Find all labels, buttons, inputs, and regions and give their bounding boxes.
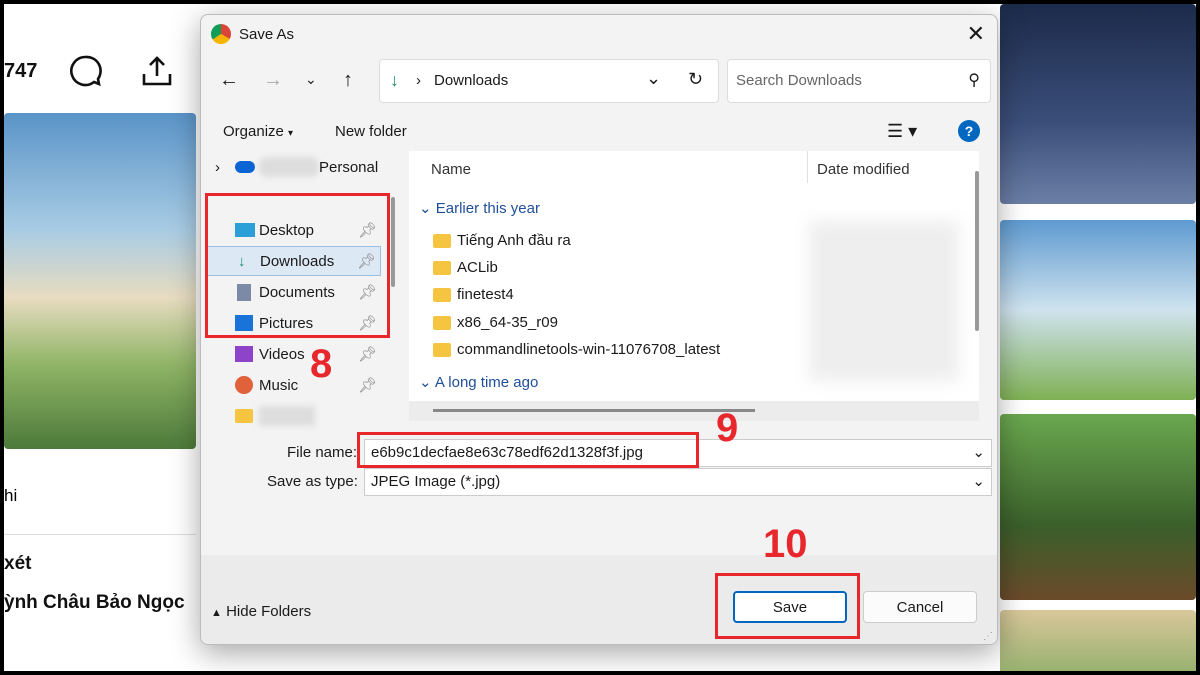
blurred-dates: [809, 221, 959, 381]
file-name: commandlinetools-win-11076708_latest: [457, 341, 721, 358]
file-name-label: File name:: [287, 444, 358, 461]
column-header-name[interactable]: Name: [431, 161, 471, 178]
close-icon[interactable]: ✕: [967, 21, 985, 47]
title-bar: Save As ✕: [201, 15, 997, 53]
chevron-up-icon: ▲: [211, 607, 222, 619]
music-icon: [235, 376, 253, 394]
pin-icon[interactable]: 📌︎: [358, 345, 377, 363]
folder-icon: [433, 342, 451, 357]
hide-folders-label: Hide Folders: [226, 603, 312, 620]
hide-folders-button[interactable]: ▲ Hide Folders: [211, 603, 311, 620]
expand-chevron-icon[interactable]: ›: [215, 159, 220, 176]
group-label: A long time ago: [434, 374, 539, 391]
annotation-step-10: 10: [763, 522, 808, 566]
share-icon[interactable]: [140, 54, 174, 88]
thumbnail-1[interactable]: [1000, 4, 1196, 204]
folder-icon: [433, 233, 451, 248]
folder-icon: [433, 260, 451, 275]
chevron-down-icon[interactable]: ⌄: [972, 443, 985, 461]
annotation-box-save: [715, 573, 860, 639]
thumbnail-3[interactable]: [1000, 414, 1196, 600]
file-row[interactable]: finetest4: [433, 286, 514, 303]
organize-button[interactable]: Organize ▾: [223, 123, 293, 140]
download-icon: ↓: [390, 70, 399, 90]
search-input[interactable]: Search Downloads ⚲: [727, 59, 991, 103]
vertical-scrollbar[interactable]: [975, 171, 979, 331]
comments-heading: xét: [4, 553, 32, 574]
search-placeholder: Search Downloads: [736, 72, 862, 89]
onedrive-icon: [235, 161, 255, 173]
search-icon[interactable]: ⚲: [968, 70, 980, 90]
resize-grip-icon[interactable]: ⋰: [983, 631, 993, 642]
chevron-down-icon[interactable]: ⌄: [972, 472, 985, 490]
folder-icon: [433, 315, 451, 330]
comment-icon[interactable]: [68, 54, 102, 88]
forward-arrow-icon[interactable]: →: [263, 69, 283, 92]
cancel-label: Cancel: [896, 598, 944, 616]
annotation-step-8: 8: [310, 342, 333, 386]
folder-icon: [235, 409, 253, 423]
file-name: ACLib: [457, 259, 498, 276]
cancel-button[interactable]: Cancel: [863, 591, 977, 623]
annotation-box-folders: [205, 193, 390, 338]
recent-chevron-down-icon[interactable]: ⌄: [305, 71, 317, 88]
chrome-icon: [211, 24, 231, 44]
nav-item-music[interactable]: Music 📌︎: [205, 370, 381, 400]
file-list: Name Date modified ⌄ Earlier this year T…: [409, 151, 979, 421]
up-arrow-icon[interactable]: ↑: [343, 69, 353, 92]
nav-item-videos[interactable]: Videos 📌︎: [205, 339, 381, 369]
file-row[interactable]: commandlinetools-win-11076708_latest: [433, 341, 720, 358]
file-name: x86_64-35_r09: [457, 314, 558, 331]
file-name: finetest4: [457, 286, 514, 303]
address-chevron-down-icon[interactable]: ⌄: [646, 68, 661, 89]
organize-label: Organize: [223, 123, 284, 140]
annotation-step-9: 9: [716, 406, 739, 450]
file-row[interactable]: Tiếng Anh đầu ra: [433, 232, 571, 249]
file-row[interactable]: ACLib: [433, 259, 498, 276]
address-bar[interactable]: ↓ › Downloads ⌄ ↻: [379, 59, 719, 103]
file-name: Tiếng Anh đầu ra: [457, 232, 571, 249]
breadcrumb-separator-icon: ›: [416, 72, 421, 89]
horizontal-scrollbar[interactable]: [433, 409, 755, 412]
likes-count: 747: [4, 60, 38, 82]
pin-icon[interactable]: 📌︎: [358, 376, 377, 394]
caret-down-icon: ▾: [288, 128, 294, 139]
group-earlier-this-year[interactable]: ⌄ Earlier this year: [419, 199, 540, 217]
view-options-icon[interactable]: ☰ ▾: [887, 121, 917, 142]
back-arrow-icon[interactable]: ←: [219, 69, 239, 92]
videos-icon: [235, 346, 253, 362]
group-label: Earlier this year: [435, 200, 540, 217]
save-type-label: Save as type:: [267, 473, 358, 490]
refresh-icon[interactable]: ↻: [688, 69, 703, 90]
thumbnail-4[interactable]: [1000, 610, 1196, 671]
save-type-value: JPEG Image (*.jpg): [371, 473, 501, 490]
nav-scrollbar[interactable]: [391, 197, 395, 287]
blurred-account-name: [259, 157, 319, 177]
annotation-box-filename: [357, 432, 699, 468]
column-header-date-modified[interactable]: Date modified: [817, 161, 910, 178]
nav-label: Videos: [259, 345, 305, 363]
group-a-long-time-ago[interactable]: ⌄ A long time ago: [419, 373, 538, 391]
commenter-name: ỳnh Châu Bảo Ngọc: [4, 592, 185, 613]
file-row[interactable]: x86_64-35_r09: [433, 314, 558, 331]
dialog-title: Save As: [239, 25, 295, 43]
nav-label: Music: [259, 376, 299, 394]
caption-text: hi: [4, 486, 18, 505]
onedrive-personal[interactable]: Personal: [319, 159, 378, 176]
nav-item-blurred-folder[interactable]: [205, 401, 381, 431]
help-icon[interactable]: ?: [958, 120, 980, 142]
save-type-select[interactable]: JPEG Image (*.jpg) ⌄: [364, 468, 992, 496]
breadcrumb-downloads[interactable]: Downloads: [434, 72, 508, 89]
folder-icon: [433, 287, 451, 302]
thumbnail-2[interactable]: [1000, 220, 1196, 400]
new-folder-button[interactable]: New folder: [335, 123, 407, 140]
blurred-folder-name: [259, 406, 315, 426]
artwork-image[interactable]: [4, 113, 196, 449]
